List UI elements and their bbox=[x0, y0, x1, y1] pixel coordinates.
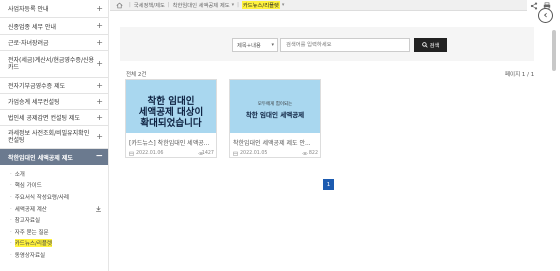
sidebar-subitem-label: 카드뉴스/리플렛 bbox=[14, 239, 53, 248]
card-date: 2022.01.05 bbox=[240, 151, 268, 156]
search-button[interactable]: 검색 bbox=[414, 38, 447, 52]
card-title[interactable]: [카드뉴스] 착한임대인 세액공... bbox=[129, 138, 215, 147]
sidebar-item-label: 신종업종 세무 안내 bbox=[8, 23, 56, 31]
plus-icon: + bbox=[96, 3, 103, 13]
card-item[interactable]: 모두에게 힘이되는 착한 임대인 세액공제 착한임대인 세액공제 제도 안...… bbox=[229, 79, 321, 158]
eye-icon bbox=[302, 152, 308, 155]
sidebar-item-tax-info-inquiry[interactable]: 과세정보 사전조회/비밀유지확인 컨설팅 + bbox=[0, 126, 108, 149]
page-indicator: 페이지 1 / 1 bbox=[505, 72, 535, 78]
sidebar-item-label: 착한임대인 세액공제 제도 bbox=[8, 154, 73, 162]
chevron-down-icon: ▾ bbox=[271, 42, 274, 48]
sidebar-item-e-invoice[interactable]: 전자(세금)계산서/현금영수증/신용카드 + bbox=[0, 51, 108, 78]
sidebar-subitem-label: 핵심 가이드 bbox=[14, 183, 42, 190]
card-views: 822 bbox=[308, 151, 318, 156]
sidebar-subitem-cardnews[interactable]: · 카드뉴스/리플렛 bbox=[0, 238, 108, 250]
dash-icon: · bbox=[10, 251, 12, 258]
card-meta: 2022.01.05 822 bbox=[233, 151, 319, 157]
thumbnail-text: 모두에게 힘이되는 bbox=[257, 102, 293, 107]
dash-icon: · bbox=[10, 182, 12, 189]
card-item[interactable]: 착한 임대인 세액공제 대상이 확대되었습니다 [카드뉴스] 착한임대인 세액공… bbox=[125, 79, 217, 158]
dash-icon: · bbox=[10, 170, 12, 177]
sidebar-subitem-intro[interactable]: · 소개 bbox=[0, 168, 108, 180]
dash-icon: · bbox=[10, 240, 12, 247]
plus-icon: + bbox=[96, 132, 103, 141]
breadcrumb-item-good-landlord[interactable]: 착한임대인 세액공제 제도 bbox=[173, 1, 230, 9]
plus-icon: + bbox=[96, 59, 103, 68]
dash-icon: · bbox=[10, 217, 12, 224]
sidebar-subitem-label: 세액공제 계산 bbox=[14, 206, 47, 213]
sidebar-item-label: 과세정보 사전조회/비밀유지확인 컨설팅 bbox=[8, 130, 90, 144]
sidebar-subitem-calculator[interactable]: · 세액공제 계산 bbox=[0, 203, 108, 215]
thumbnail-text: 착한 임대인 bbox=[147, 96, 195, 107]
sidebar-item-business-registration[interactable]: 사업자등록 안내 + bbox=[0, 0, 108, 18]
card-title[interactable]: 착한임대인 세액공제 제도 안... bbox=[233, 138, 319, 147]
card-date: 2022.01.06 bbox=[136, 151, 164, 156]
thumbnail-text: 착한 임대인 세액공제 bbox=[245, 111, 305, 119]
plus-icon: + bbox=[96, 37, 103, 47]
sidebar-subitem-references[interactable]: · 참고자료실 bbox=[0, 214, 108, 226]
breadcrumb-separator: | bbox=[129, 2, 131, 8]
sidebar-item-corporate-tax[interactable]: 법인세 공제감면 컨설팅 제도 + bbox=[0, 110, 108, 126]
sidebar-item-succession[interactable]: 가업승계 세무컨설팅 + bbox=[0, 94, 108, 110]
thumbnail-text: 확대되었습니다 bbox=[140, 118, 202, 129]
plus-icon: + bbox=[96, 21, 103, 30]
sidebar-subitem-forms[interactable]: · 주요서식 작성요령/사례 bbox=[0, 191, 108, 203]
search-button-label: 검색 bbox=[429, 43, 440, 49]
minus-icon: − bbox=[95, 151, 103, 162]
breadcrumb: | 국세정책/제도 | 착한임대인 세액공제 제도 ▾ | 카드뉴스/리플렛 ▾ bbox=[110, 0, 527, 11]
breadcrumb-item-policy[interactable]: 국세정책/제도 bbox=[134, 1, 165, 9]
plus-icon: + bbox=[96, 80, 103, 90]
calendar-icon bbox=[129, 151, 134, 156]
sidebar-submenu: · 소개 · 핵심 가이드 · 주요서식 작성요령/사례 · 세액공제 계산 · 참고자료… bbox=[0, 165, 108, 261]
scrollbar[interactable] bbox=[552, 30, 556, 71]
plus-icon: + bbox=[96, 112, 103, 122]
sidebar-item-donation-receipt[interactable]: 전자기부금영수증 제도 + bbox=[0, 78, 108, 94]
chevron-down-icon[interactable]: ▾ bbox=[232, 2, 235, 8]
sidebar-item-new-industry[interactable]: 신종업종 세무 안내 + bbox=[0, 18, 108, 35]
card-thumbnail[interactable]: 모두에게 힘이되는 착한 임대인 세액공제 bbox=[230, 80, 320, 133]
search-icon bbox=[421, 42, 428, 48]
sidebar-item-incentive[interactable]: 근로·자녀장려금 + bbox=[0, 35, 108, 51]
card-views: 1427 bbox=[201, 151, 214, 156]
sidebar-subitem-label: 동영상자료실 bbox=[14, 252, 46, 259]
card-meta: 2022.01.06 1427 bbox=[129, 151, 215, 157]
total-count: 전체 2건 bbox=[126, 72, 147, 78]
sidebar-item-label: 근로·자녀장려금 bbox=[8, 40, 49, 47]
dash-icon: · bbox=[10, 228, 12, 235]
chevron-down-icon[interactable]: ▾ bbox=[282, 2, 285, 8]
sidebar-item-label: 법인세 공제감면 컨설팅 제도 bbox=[8, 115, 80, 122]
main-content: | 국세정책/제도 | 착한임대인 세액공제 제도 ▾ | 카드뉴스/리플렛 ▾… bbox=[110, 0, 560, 271]
sidebar-subitem-label: 주요서식 작성요령/사례 bbox=[14, 194, 69, 201]
search-panel: 제목+내용 ▾ 검색 bbox=[120, 27, 534, 61]
page-button[interactable]: 1 bbox=[323, 179, 334, 190]
sidebar-subitem-videos[interactable]: · 동영상자료실 bbox=[0, 249, 108, 261]
sidebar-subitem-label: 자주 묻는 질문 bbox=[14, 229, 49, 236]
sidebar-subitem-label: 소개 bbox=[14, 171, 25, 178]
sidebar-subitem-label: 참고자료실 bbox=[14, 218, 41, 225]
search-input[interactable] bbox=[280, 38, 410, 52]
sidebar-item-label: 전자(세금)계산서/현금영수증/신용카드 bbox=[8, 57, 95, 71]
sidebar-item-label: 전자기부금영수증 제도 bbox=[8, 83, 66, 90]
search-type-value: 제목+내용 bbox=[237, 43, 261, 49]
breadcrumb-separator: | bbox=[167, 2, 170, 8]
back-icon[interactable]: ‹ bbox=[538, 8, 553, 23]
sidebar-item-good-landlord[interactable]: 착한임대인 세액공제 제도 − bbox=[0, 149, 108, 165]
sidebar-subitem-guide[interactable]: · 핵심 가이드 bbox=[0, 180, 108, 192]
dash-icon: · bbox=[10, 193, 12, 200]
thumbnail-text: 세액공제 대상이 bbox=[138, 107, 204, 118]
card-thumbnail[interactable]: 착한 임대인 세액공제 대상이 확대되었습니다 bbox=[126, 80, 216, 133]
sidebar-subitem-faq[interactable]: · 자주 묻는 질문 bbox=[0, 226, 108, 238]
plus-icon: + bbox=[96, 96, 103, 106]
dash-icon: · bbox=[10, 205, 12, 212]
sidebar-item-label: 가업승계 세무컨설팅 bbox=[8, 99, 60, 106]
breadcrumb-separator: | bbox=[237, 2, 239, 8]
home-icon[interactable] bbox=[116, 2, 123, 9]
share-icon[interactable] bbox=[529, 1, 539, 11]
calendar-icon bbox=[233, 151, 238, 156]
search-type-select[interactable]: 제목+내용 ▾ bbox=[232, 38, 278, 52]
download-icon[interactable] bbox=[95, 205, 102, 212]
sidebar-item-label: 사업자등록 안내 bbox=[8, 6, 49, 13]
sidebar: 사업자등록 안내 + 신종업종 세무 안내 + 근로·자녀장려금 + 전자(세금… bbox=[0, 0, 109, 271]
breadcrumb-current[interactable]: 카드뉴스/리플렛 bbox=[241, 1, 280, 9]
